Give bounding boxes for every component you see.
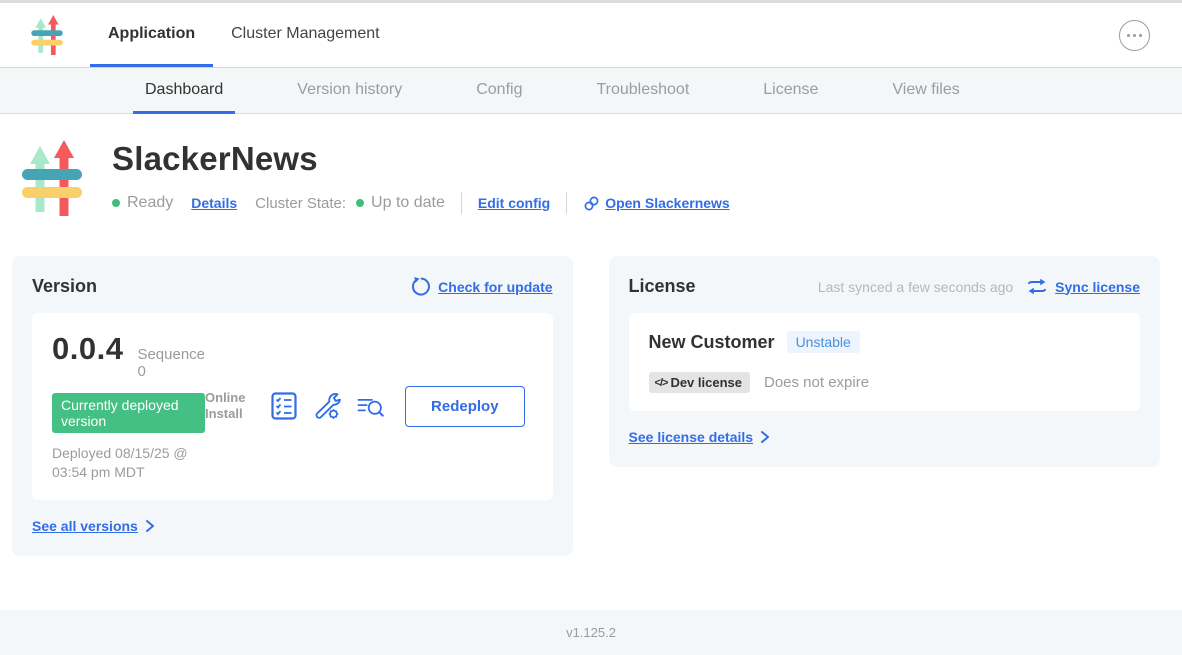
app-status-text: Ready	[127, 194, 173, 212]
tab-troubleshoot[interactable]: Troubleshoot	[584, 68, 701, 114]
cluster-state-label: Cluster State:	[255, 195, 346, 212]
version-card-title: Version	[32, 276, 97, 297]
channel-badge: Unstable	[787, 331, 860, 353]
edit-config-link[interactable]: Edit config	[478, 195, 550, 211]
tab-dashboard[interactable]: Dashboard	[133, 68, 235, 114]
install-type-label: Online Install	[205, 390, 255, 423]
app-status-row: Ready Details Cluster State: Up to date …	[112, 192, 730, 214]
last-synced-text: Last synced a few seconds ago	[818, 279, 1013, 295]
sync-license-link[interactable]: Sync license	[1055, 279, 1140, 295]
preflight-checks-icon[interactable]	[270, 392, 298, 420]
check-for-update-link[interactable]: Check for update	[438, 279, 552, 295]
dashboard-cards: Version Check for update 0.0.4 Sequence …	[12, 256, 1160, 556]
license-card-title: License	[629, 276, 696, 297]
chevron-right-icon	[759, 430, 771, 444]
tab-config[interactable]: Config	[464, 68, 534, 114]
open-app-link[interactable]: Open Slackernews	[583, 195, 730, 212]
status-details-link[interactable]: Details	[191, 195, 237, 211]
main-content: SlackerNews Ready Details Cluster State:…	[0, 114, 1182, 610]
top-nav-tabs: Application Cluster Management	[90, 3, 398, 67]
cluster-state-value: Up to date	[371, 194, 445, 212]
version-sequence: Sequence 0	[137, 346, 205, 380]
tab-dashboard-label: Dashboard	[145, 81, 223, 99]
tab-view-files[interactable]: View files	[880, 68, 971, 114]
divider	[566, 192, 567, 214]
version-card: Version Check for update 0.0.4 Sequence …	[12, 256, 573, 556]
license-type-label: Dev license	[670, 375, 742, 390]
tab-application[interactable]: Application	[90, 3, 213, 67]
tab-application-label: Application	[108, 25, 195, 43]
license-type-badge: </> Dev license	[649, 372, 750, 393]
tab-license-label: License	[763, 81, 818, 99]
tab-license[interactable]: License	[751, 68, 830, 114]
tab-cluster-management-label: Cluster Management	[231, 25, 380, 43]
view-diff-icon[interactable]	[356, 392, 384, 420]
version-number: 0.0.4	[52, 331, 123, 367]
overflow-menu-button[interactable]	[1119, 20, 1150, 51]
license-details-panel: New Customer Unstable </> Dev license Do…	[629, 313, 1140, 411]
footer: v1.125.2	[0, 610, 1182, 655]
console-version: v1.125.2	[566, 625, 616, 640]
tab-version-history[interactable]: Version history	[285, 68, 414, 114]
see-license-details-link[interactable]: See license details	[629, 429, 772, 445]
license-expiry: Does not expire	[764, 374, 869, 391]
deployed-status-badge: Currently deployed version	[52, 393, 205, 433]
chevron-right-icon	[144, 519, 156, 533]
app-logo-icon	[28, 14, 66, 56]
app-status-dot	[112, 199, 120, 207]
tab-cluster-management[interactable]: Cluster Management	[213, 3, 398, 67]
top-nav: Application Cluster Management	[0, 3, 1182, 68]
tab-config-label: Config	[476, 81, 522, 99]
open-app-label: Open Slackernews	[605, 195, 730, 211]
tab-version-history-label: Version history	[297, 81, 402, 99]
tab-view-files-label: View files	[892, 81, 959, 99]
see-all-versions-link[interactable]: See all versions	[32, 518, 156, 534]
code-icon: </>	[655, 377, 668, 389]
tab-troubleshoot-label: Troubleshoot	[596, 81, 689, 99]
refresh-icon	[411, 277, 430, 296]
customer-name: New Customer	[649, 332, 775, 353]
sync-icon	[1027, 278, 1047, 295]
page-title: SlackerNews	[112, 140, 730, 178]
app-header: SlackerNews Ready Details Cluster State:…	[18, 138, 1182, 218]
see-license-details-label: See license details	[629, 429, 754, 445]
redeploy-button[interactable]: Redeploy	[405, 386, 525, 427]
see-all-versions-label: See all versions	[32, 518, 138, 534]
app-sub-nav: Dashboard Version history Config Trouble…	[0, 68, 1182, 114]
app-logo-large	[18, 138, 86, 218]
edit-config-icon[interactable]	[313, 392, 341, 420]
license-card: License Last synced a few seconds ago Sy…	[609, 256, 1160, 467]
divider	[461, 192, 462, 214]
deployed-timestamp: Deployed 08/15/25 @ 03:54 pm MDT	[52, 444, 205, 482]
current-version-panel: 0.0.4 Sequence 0 Currently deployed vers…	[32, 313, 553, 500]
cluster-state-dot	[356, 199, 364, 207]
external-link-icon	[583, 195, 600, 212]
